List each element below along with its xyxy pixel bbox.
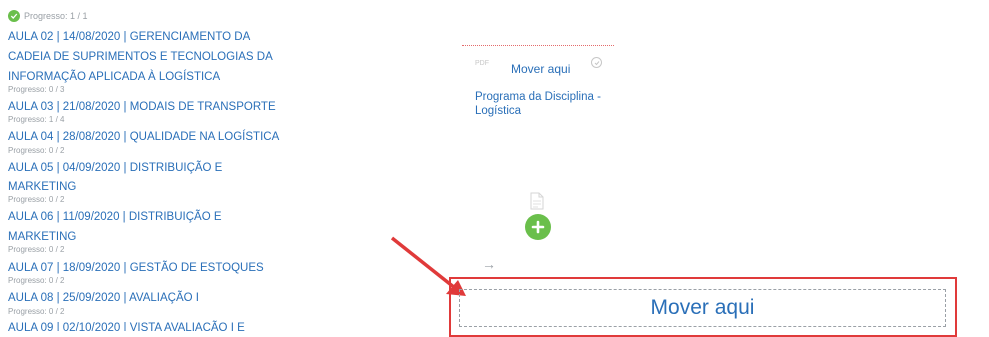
lesson-link-06-line1[interactable]: AULA 06 | 11/09/2020 | DISTRIBUIÇÃO E [8, 206, 222, 228]
lesson-progress-04: Progresso: 0 / 2 [8, 146, 65, 155]
top-progress: Progresso: 1 / 1 [8, 10, 88, 22]
arrow-right-icon[interactable]: → [482, 256, 496, 272]
lesson-link-02-line2[interactable]: CADEIA DE SUPRIMENTOS E TECNOLOGIAS DA [8, 46, 273, 68]
add-button[interactable] [525, 214, 551, 240]
lesson-link-02-line1[interactable]: AULA 02 | 14/08/2020 | GERENCIAMENTO DA [8, 26, 250, 48]
lesson-link-08[interactable]: AULA 08 | 25/09/2020 | AVALIAÇÃO I [8, 287, 199, 309]
check-icon [591, 57, 602, 68]
lesson-progress-08: Progresso: 0 / 2 [8, 307, 65, 316]
lesson-list: Progresso: 1 / 1 AULA 02 | 14/08/2020 | … [0, 0, 300, 331]
lesson-link-04[interactable]: AULA 04 | 28/08/2020 | QUALIDADE NA LOGÍ… [8, 126, 279, 148]
lesson-link-09[interactable]: AULA 09 | 02/10/2020 | VISTA AVALIAÇÃO I… [8, 317, 245, 331]
mover-aqui-link-small[interactable]: Mover aqui [511, 62, 570, 76]
lesson-progress-03: Progresso: 1 / 4 [8, 115, 65, 124]
pdf-file-icon: PDF [475, 60, 489, 67]
check-circle-icon [8, 10, 20, 22]
lesson-progress-05: Progresso: 0 / 2 [8, 195, 65, 204]
lesson-progress-02: Progresso: 0 / 3 [8, 85, 65, 94]
section-divider [462, 45, 614, 46]
mover-aqui-drop-target[interactable]: Mover aqui [459, 289, 946, 327]
program-document-link[interactable]: Programa da Disciplina - Logística [475, 90, 615, 118]
lesson-progress-06: Progresso: 0 / 2 [8, 245, 65, 254]
lesson-progress-07: Progresso: 0 / 2 [8, 276, 65, 285]
document-icon [529, 192, 545, 215]
plus-circle-icon [531, 220, 545, 234]
progress-text: Progresso: 1 / 1 [24, 11, 88, 21]
